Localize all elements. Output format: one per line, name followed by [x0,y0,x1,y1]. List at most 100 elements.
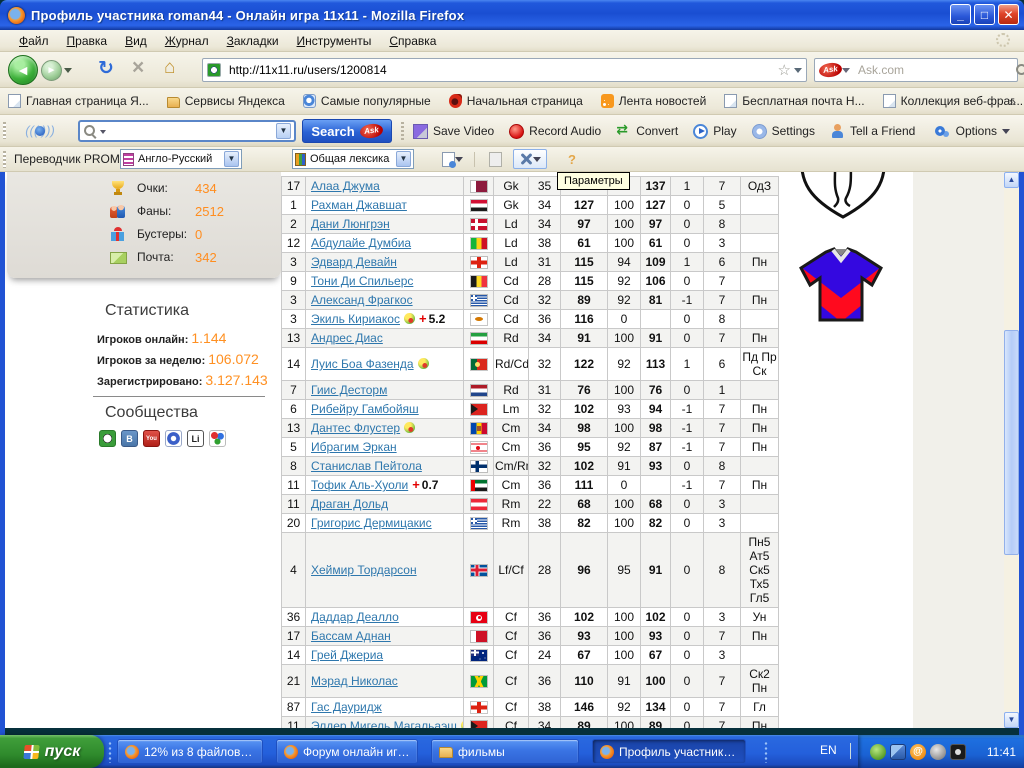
player-link[interactable]: Ибрагим Эркан [311,440,397,454]
ask-options-button[interactable]: Options [935,115,1010,147]
translate-document-button[interactable] [437,149,467,169]
reload-button[interactable]: ↻ [98,57,114,80]
url-bar[interactable]: ☆ [202,58,807,82]
ask-logo-icon[interactable]: Ask [818,61,843,78]
start-button[interactable]: пуск [0,735,104,768]
bookmark-item[interactable]: Главная страница Я... [8,94,149,108]
player-link[interactable]: Абдулайе Думбиа [311,236,411,250]
orbit-icon[interactable] [165,430,182,447]
language-indicator[interactable]: EN [820,743,837,757]
topic-select[interactable]: Общая лексика ▼ [292,149,414,169]
antivirus-tray-icon[interactable] [870,744,886,760]
back-button[interactable]: ◄ [8,55,38,85]
player-link[interactable]: Гиис Десторм [311,383,387,397]
ask-convert-button[interactable]: Convert [616,124,678,139]
search-icon[interactable] [1015,63,1024,77]
chevron-down-icon[interactable]: ▼ [276,123,291,139]
web-search-input[interactable] [856,62,1015,78]
player-link[interactable]: Экиль Кириакос [311,312,400,326]
ask-play-button[interactable]: Play [693,124,736,139]
forward-button[interactable]: ► [41,60,62,81]
player-link[interactable]: Александ Фрагкос [311,293,413,307]
stop-button[interactable]: × [132,56,144,80]
vertical-scrollbar[interactable]: ▲ ▼ [1004,172,1019,728]
player-link[interactable]: Гас Дауридж [311,700,382,714]
player-link[interactable]: Тофик Аль-Хуоли [311,478,408,492]
dictionary-button[interactable] [483,149,507,169]
ask-search-button[interactable]: Search Ask [302,119,392,143]
bookmark-item[interactable]: Сервисы Яндекса [167,94,285,108]
task-button[interactable]: Форум онлайн игры ... [276,739,418,764]
bookmark-item[interactable]: Коллекция веб-фраг... [883,94,1024,108]
ask-tell-a-friend-button[interactable]: Tell a Friend [830,124,915,139]
bookmark-item[interactable]: Лента новостей [601,94,707,108]
player-link[interactable]: Дани Люнгрэн [311,217,390,231]
player-link[interactable]: Андрес Диас [311,331,383,345]
mail-agent-tray-icon[interactable]: @ [910,744,926,760]
player-link[interactable]: Григорис Дермицакис [311,516,432,530]
player-link[interactable]: Бассам Аднан [311,629,391,643]
ask-save-video-button[interactable]: Save Video [413,124,494,139]
task-button[interactable]: Профиль участника ... [592,739,746,764]
bookmark-item[interactable]: Начальная страница [449,94,583,108]
player-link[interactable]: Хеймир Тордарсон [311,563,417,577]
player-link[interactable]: Мэрад Николас [311,674,398,688]
player-link[interactable]: Грей Джериа [311,648,383,662]
player-link[interactable]: Алаа Джума [311,179,380,193]
chevron-down-icon[interactable]: ▼ [224,151,239,167]
player-link[interactable]: Дантес Флустер [311,421,400,435]
ask-settings-button[interactable]: Settings [752,124,815,139]
bookmarks-overflow-button[interactable]: » [1009,94,1016,109]
task-button[interactable]: фильмы [431,739,579,764]
search-engine-dropdown-icon[interactable] [842,68,850,77]
bookmark-item[interactable]: Бесплатная почта Н... [724,94,864,108]
scroll-up-icon[interactable]: ▲ [1004,172,1019,188]
vk-icon[interactable]: B [121,430,138,447]
display-tray-icon[interactable] [950,744,966,760]
home-button[interactable]: ⌂ [164,57,175,79]
player-link[interactable]: Тони Ди Спильерс [311,274,413,288]
scrollbar-thumb[interactable] [1004,330,1019,555]
bookmark-star-icon[interactable]: ☆ [778,61,791,79]
player-link[interactable]: Станислав Пейтола [311,459,422,473]
player-link[interactable]: Элдер Мигель Магальаэш [311,719,457,728]
menu-item-Журнал[interactable]: Журнал [156,32,218,50]
menu-item-Инструменты[interactable]: Инструменты [288,32,381,50]
ask-toolbar-search-input[interactable] [112,123,276,139]
url-dropdown-icon[interactable] [794,68,802,77]
menu-item-Правка[interactable]: Правка [58,32,117,50]
player-link[interactable]: Даддар Деалло [311,610,399,624]
menu-item-Вид[interactable]: Вид [116,32,156,50]
bookmark-item[interactable]: Самые популярные [303,94,431,108]
li-icon[interactable]: Li [187,430,204,447]
search-options-dropdown-icon[interactable] [100,130,106,137]
player-link[interactable]: Луис Боа Фазенда [311,357,414,371]
balls-icon[interactable] [209,430,226,447]
close-button[interactable]: ✕ [998,4,1019,25]
taskbar-clock[interactable]: 11:41 [987,745,1016,759]
player-link[interactable]: Эдвард Девайн [311,255,397,269]
translation-direction-select[interactable]: Англо-Русский ▼ [120,149,242,169]
menu-item-Файл[interactable]: Файл [10,32,58,50]
search-bar[interactable]: Ask [814,58,1018,82]
player-link[interactable]: Рахман Джавшат [311,198,407,212]
parameters-button[interactable] [513,149,547,169]
toolbar-grip[interactable] [3,122,6,139]
player-link[interactable]: Драган Дольд [311,497,388,511]
maximize-button[interactable]: □ [974,4,995,25]
menu-item-Справка[interactable]: Справка [380,32,445,50]
menu-item-Закладки[interactable]: Закладки [218,32,288,50]
toolbar-grip[interactable] [3,151,6,168]
network-tray-icon[interactable] [890,744,906,760]
ask-record-audio-button[interactable]: Record Audio [509,124,601,139]
chevron-down-icon[interactable]: ▼ [396,151,411,167]
history-dropdown-icon[interactable] [64,68,72,77]
football-icon[interactable] [99,430,116,447]
scroll-down-icon[interactable]: ▼ [1004,712,1019,728]
url-input[interactable] [227,62,775,78]
ask-toolbar-search-box[interactable]: ▼ [78,120,296,142]
help-button[interactable]: ? [562,149,582,169]
minimize-button[interactable]: _ [950,4,971,25]
player-link[interactable]: Рибейру Гамбойяш [311,402,419,416]
youtube-icon[interactable]: You [143,430,160,447]
